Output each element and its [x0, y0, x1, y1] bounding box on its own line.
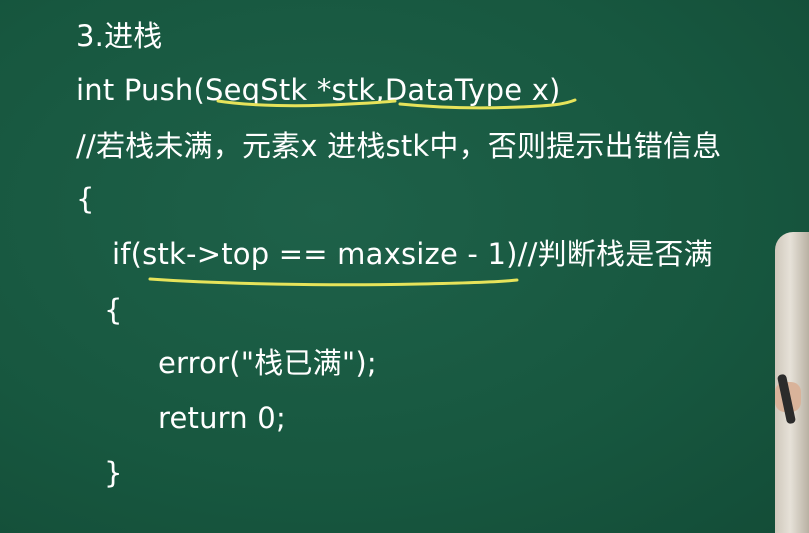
code-line-inner-open-brace: { [104, 293, 123, 327]
code-line-inner-close-brace: } [104, 456, 123, 490]
code-line-open-brace: { [76, 182, 95, 216]
presenter-arm [773, 232, 809, 533]
code-line-if-condition: if(stk->top == maxsize - 1)//判断栈是否满 [112, 237, 713, 271]
section-heading: 3.进栈 [76, 19, 163, 53]
code-line-function-signature: int Push(SeqStk *stk,DataType x) [76, 73, 561, 107]
code-line-return: return 0; [158, 401, 286, 435]
code-line-error-call: error("栈已满"); [158, 346, 377, 380]
code-line-comment: //若栈未满，元素x 进栈stk中，否则提示出错信息 [76, 129, 722, 163]
